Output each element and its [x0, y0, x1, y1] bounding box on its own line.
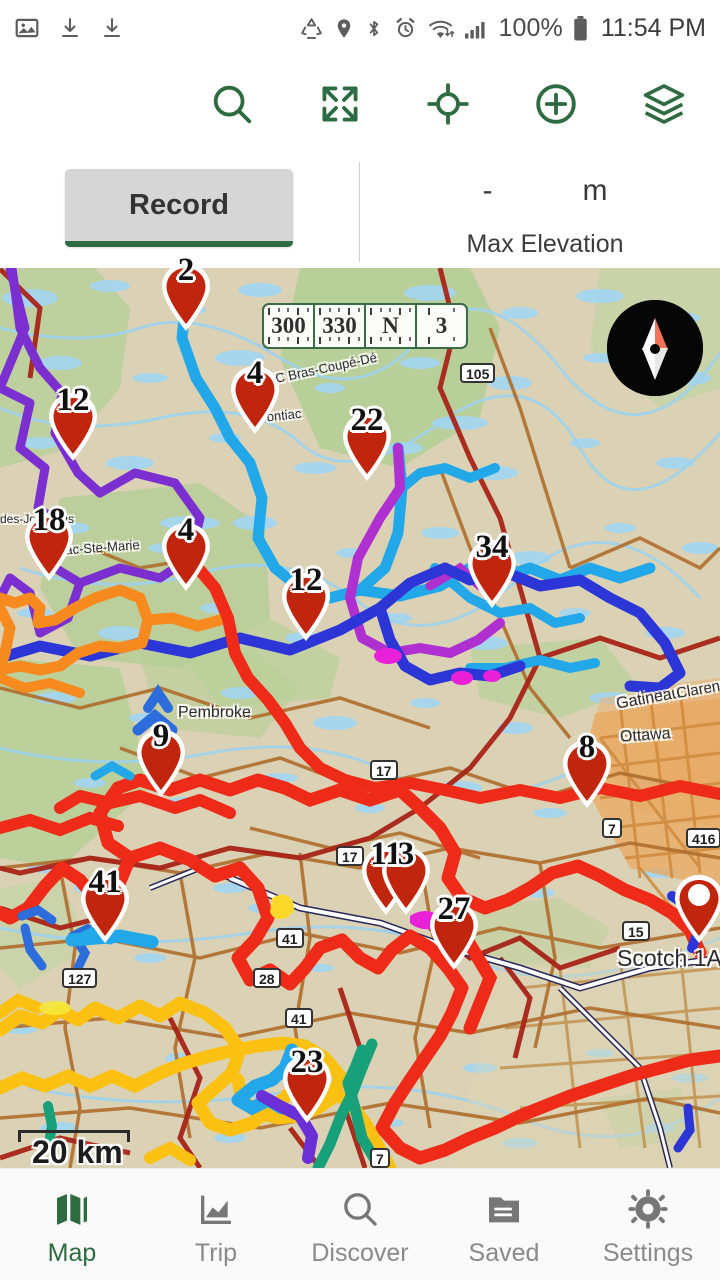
- compass-bearing-label: 3: [435, 313, 448, 338]
- nav-label-trip: Trip: [194, 1239, 238, 1267]
- road-shield: 41: [276, 928, 304, 948]
- map-pin-34[interactable]: 34: [461, 531, 523, 613]
- map-pin-label: 4: [246, 355, 264, 391]
- map-pin-12[interactable]: 12: [275, 564, 337, 646]
- clock-time: 11:54 PM: [600, 13, 706, 42]
- map-pin-label: 41: [88, 864, 122, 900]
- search-icon[interactable]: [204, 76, 260, 132]
- download-icon: [100, 15, 124, 41]
- map-place-label: Scotch 1A #: [617, 945, 720, 971]
- app-root: 100% 11:54 PM Record - m Max Elevation 1…: [0, 0, 720, 1280]
- map-pin-label: 8: [578, 729, 596, 765]
- map-pin-label: 2: [177, 252, 195, 288]
- chart-icon: [196, 1187, 236, 1231]
- map-pin-4[interactable]: 4: [224, 357, 286, 439]
- nav-label-settings: Settings: [602, 1239, 694, 1267]
- map-pin-23[interactable]: 23: [276, 1046, 338, 1128]
- nav-item-discover[interactable]: Discover: [288, 1169, 432, 1280]
- compass-bearing-label: 330: [322, 313, 357, 338]
- record-panel: Record - m Max Elevation: [0, 152, 720, 268]
- map-pin-label: 12: [289, 562, 323, 598]
- signal-icon: [464, 16, 490, 41]
- road-shield: 105: [460, 363, 496, 383]
- image-icon: [14, 15, 40, 41]
- map-pin-label: 27: [437, 891, 471, 927]
- bottom-navigation: Map Trip Discover Saved Settings: [0, 1168, 720, 1280]
- alarm-icon: [393, 16, 418, 41]
- status-bar-left-icons: [14, 15, 124, 41]
- compass-bearing-label: 300: [271, 313, 306, 338]
- map-pin-27[interactable]: 27: [423, 893, 485, 975]
- road-shield: 416: [686, 828, 720, 848]
- nav-item-saved[interactable]: Saved: [432, 1169, 576, 1280]
- compass-rose[interactable]: [607, 300, 703, 396]
- map-pin-label: 9: [152, 718, 170, 754]
- max-elevation-label: Max Elevation: [466, 230, 624, 258]
- map-pin-label: 12: [56, 382, 90, 418]
- map-pin-8[interactable]: 8: [556, 731, 618, 813]
- location-icon: [333, 16, 355, 41]
- map-pin-marker[interactable]: [668, 870, 720, 948]
- locate-icon[interactable]: [420, 76, 476, 132]
- map-scale-label: 20 km: [32, 1134, 123, 1170]
- compass-cell: 330: [315, 305, 366, 347]
- status-bar: 100% 11:54 PM: [0, 0, 720, 56]
- nav-label-discover: Discover: [311, 1239, 409, 1267]
- map-pin-4[interactable]: 4: [155, 514, 217, 596]
- map-pin-9[interactable]: 9: [130, 720, 192, 802]
- panel-divider: [359, 162, 360, 262]
- road-shield: 7: [370, 1148, 390, 1168]
- compass-cell: 3: [417, 305, 466, 347]
- map-pin-2[interactable]: 2: [155, 254, 217, 336]
- record-button[interactable]: Record: [65, 169, 293, 247]
- max-elevation-value: -: [482, 174, 493, 207]
- battery-icon: [572, 15, 589, 42]
- compass-cell: 300: [264, 305, 315, 347]
- search-icon: [340, 1187, 380, 1231]
- map-pin-18[interactable]: 18: [18, 504, 80, 586]
- compass-cell: N: [366, 305, 417, 347]
- map-place-label: Ottawa: [619, 725, 672, 746]
- road-shield: 28: [253, 968, 281, 988]
- wifi-icon: [427, 16, 455, 41]
- max-elevation-unit: m: [582, 174, 608, 207]
- road-shield: 17: [370, 760, 398, 780]
- road-shield: 7: [602, 818, 622, 838]
- map-pin-label: 23: [290, 1044, 324, 1080]
- map-pin-label: 3: [397, 836, 415, 872]
- compass-north-label: N: [382, 313, 399, 338]
- nav-item-trip[interactable]: Trip: [144, 1169, 288, 1280]
- max-elevation-stat: - m: [380, 174, 710, 208]
- compass-bearing-strip: 300 330 N 3: [262, 303, 468, 349]
- nav-label-map: Map: [47, 1239, 97, 1267]
- battery-percent: 100%: [498, 13, 563, 42]
- recycle-icon: [299, 16, 324, 41]
- gear-icon: [627, 1187, 669, 1231]
- map-icon: [51, 1187, 93, 1231]
- fullscreen-icon[interactable]: [312, 76, 368, 132]
- map-scale-bar: 20 km: [18, 1130, 130, 1170]
- map-pin-41[interactable]: 41: [74, 866, 136, 948]
- road-shield: 127: [62, 968, 98, 988]
- add-icon[interactable]: [528, 76, 584, 132]
- download-icon: [58, 15, 82, 41]
- status-bar-right-icons: 100% 11:54 PM: [299, 13, 706, 43]
- map-toolbar: [0, 56, 720, 152]
- layers-icon[interactable]: [636, 76, 692, 132]
- nav-item-settings[interactable]: Settings: [576, 1169, 720, 1280]
- road-shield: 15: [622, 921, 650, 941]
- bluetooth-icon: [364, 16, 384, 41]
- map-pin-label: 18: [32, 502, 66, 538]
- folder-icon: [484, 1187, 524, 1231]
- nav-label-saved: Saved: [468, 1239, 540, 1267]
- record-button-label: Record: [129, 188, 229, 221]
- road-shield: 41: [285, 1008, 313, 1028]
- map-pin-12[interactable]: 12: [42, 384, 104, 466]
- map-pin-label: 34: [475, 529, 509, 565]
- map-pin-dot: [688, 884, 710, 906]
- nav-item-map[interactable]: Map: [0, 1169, 144, 1280]
- map-pin-22[interactable]: 22: [336, 404, 398, 486]
- map-pin-label: 4: [177, 512, 195, 548]
- map-pin-label: 22: [350, 402, 384, 438]
